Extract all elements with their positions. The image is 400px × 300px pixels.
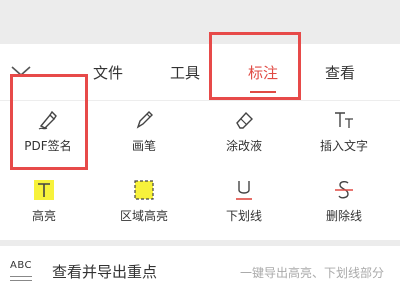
- tool-label: PDF签名: [24, 139, 72, 153]
- tool-label: 画笔: [131, 139, 156, 153]
- tool-label: 删除线: [325, 209, 362, 223]
- insert-text-icon: [335, 112, 353, 128]
- tab-view[interactable]: 查看: [310, 62, 370, 84]
- tool-correction-fluid[interactable]: 涂改液: [204, 108, 284, 164]
- abc-icon-text: ABC: [10, 260, 33, 271]
- pencil-icon: [136, 111, 153, 129]
- tool-pen[interactable]: 画笔: [104, 108, 184, 164]
- eraser-icon: [236, 111, 253, 129]
- underline-icon: [236, 181, 252, 200]
- tool-label: 区域高亮: [119, 209, 168, 223]
- tool-strikethrough[interactable]: 删除线: [304, 178, 384, 234]
- top-gap: [0, 0, 400, 44]
- export-title: 查看并导出重点: [52, 263, 158, 281]
- export-hint: 一键导出高亮、下划线部分: [239, 266, 384, 280]
- tool-label: 插入文字: [319, 139, 368, 153]
- tool-pdf-signature[interactable]: PDF签名: [8, 108, 88, 164]
- tab-tools[interactable]: 工具: [155, 62, 215, 84]
- tool-label: 高亮: [31, 209, 56, 223]
- tool-label: 涂改液: [225, 139, 262, 153]
- abc-icon: ABC: [10, 260, 34, 282]
- tool-area-highlight[interactable]: 区域高亮: [104, 178, 184, 234]
- tool-insert-text[interactable]: 插入文字: [304, 108, 384, 164]
- tool-label: 下划线: [225, 209, 262, 223]
- tool-highlight[interactable]: 高亮: [4, 178, 84, 234]
- export-highlights-bar[interactable]: ABC 查看并导出重点 一键导出高亮、下划线部分: [0, 246, 400, 300]
- chevron-down-icon[interactable]: [10, 64, 32, 78]
- highlight-icon: [34, 180, 54, 200]
- area-highlight-icon: [134, 180, 154, 200]
- strikethrough-icon: [335, 180, 353, 199]
- active-tab-indicator: [250, 91, 276, 93]
- tab-file[interactable]: 文件: [78, 62, 138, 84]
- signature-pen-icon: [38, 110, 57, 130]
- annotation-panel: 文件 工具 标注 查看 PDF签名 画笔 涂改液 插入文字 高亮 区域高亮 下划…: [0, 32, 400, 240]
- tab-bar: 文件 工具 标注 查看: [0, 44, 400, 101]
- tab-annotate[interactable]: 标注: [233, 62, 293, 84]
- tool-underline[interactable]: 下划线: [204, 178, 284, 234]
